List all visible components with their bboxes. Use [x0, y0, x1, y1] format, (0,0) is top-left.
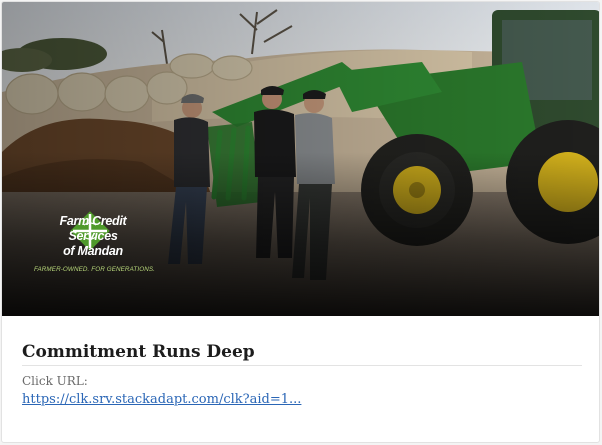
ad-headline: Commitment Runs Deep — [22, 342, 582, 366]
brand-name-line1: Farm Credit Services — [59, 214, 127, 243]
click-url-label: Click URL: — [22, 374, 88, 388]
ad-image[interactable]: Farm Credit Services of Mandan FARMER-OW… — [2, 2, 599, 316]
brand-tagline: FARMER-OWNED. FOR GENERATIONS. — [34, 266, 156, 273]
click-url-link[interactable]: https://clk.srv.stackadapt.com/clk?aid=1… — [22, 392, 301, 407]
ad-card: Farm Credit Services of Mandan FARMER-OW… — [1, 1, 600, 443]
brand-logo: Farm Credit Services of Mandan FARMER-OW… — [34, 212, 156, 273]
ad-details: Commitment Runs Deep Click URL: https://… — [22, 342, 582, 407]
brand-name-line2: of Mandan — [63, 244, 123, 258]
